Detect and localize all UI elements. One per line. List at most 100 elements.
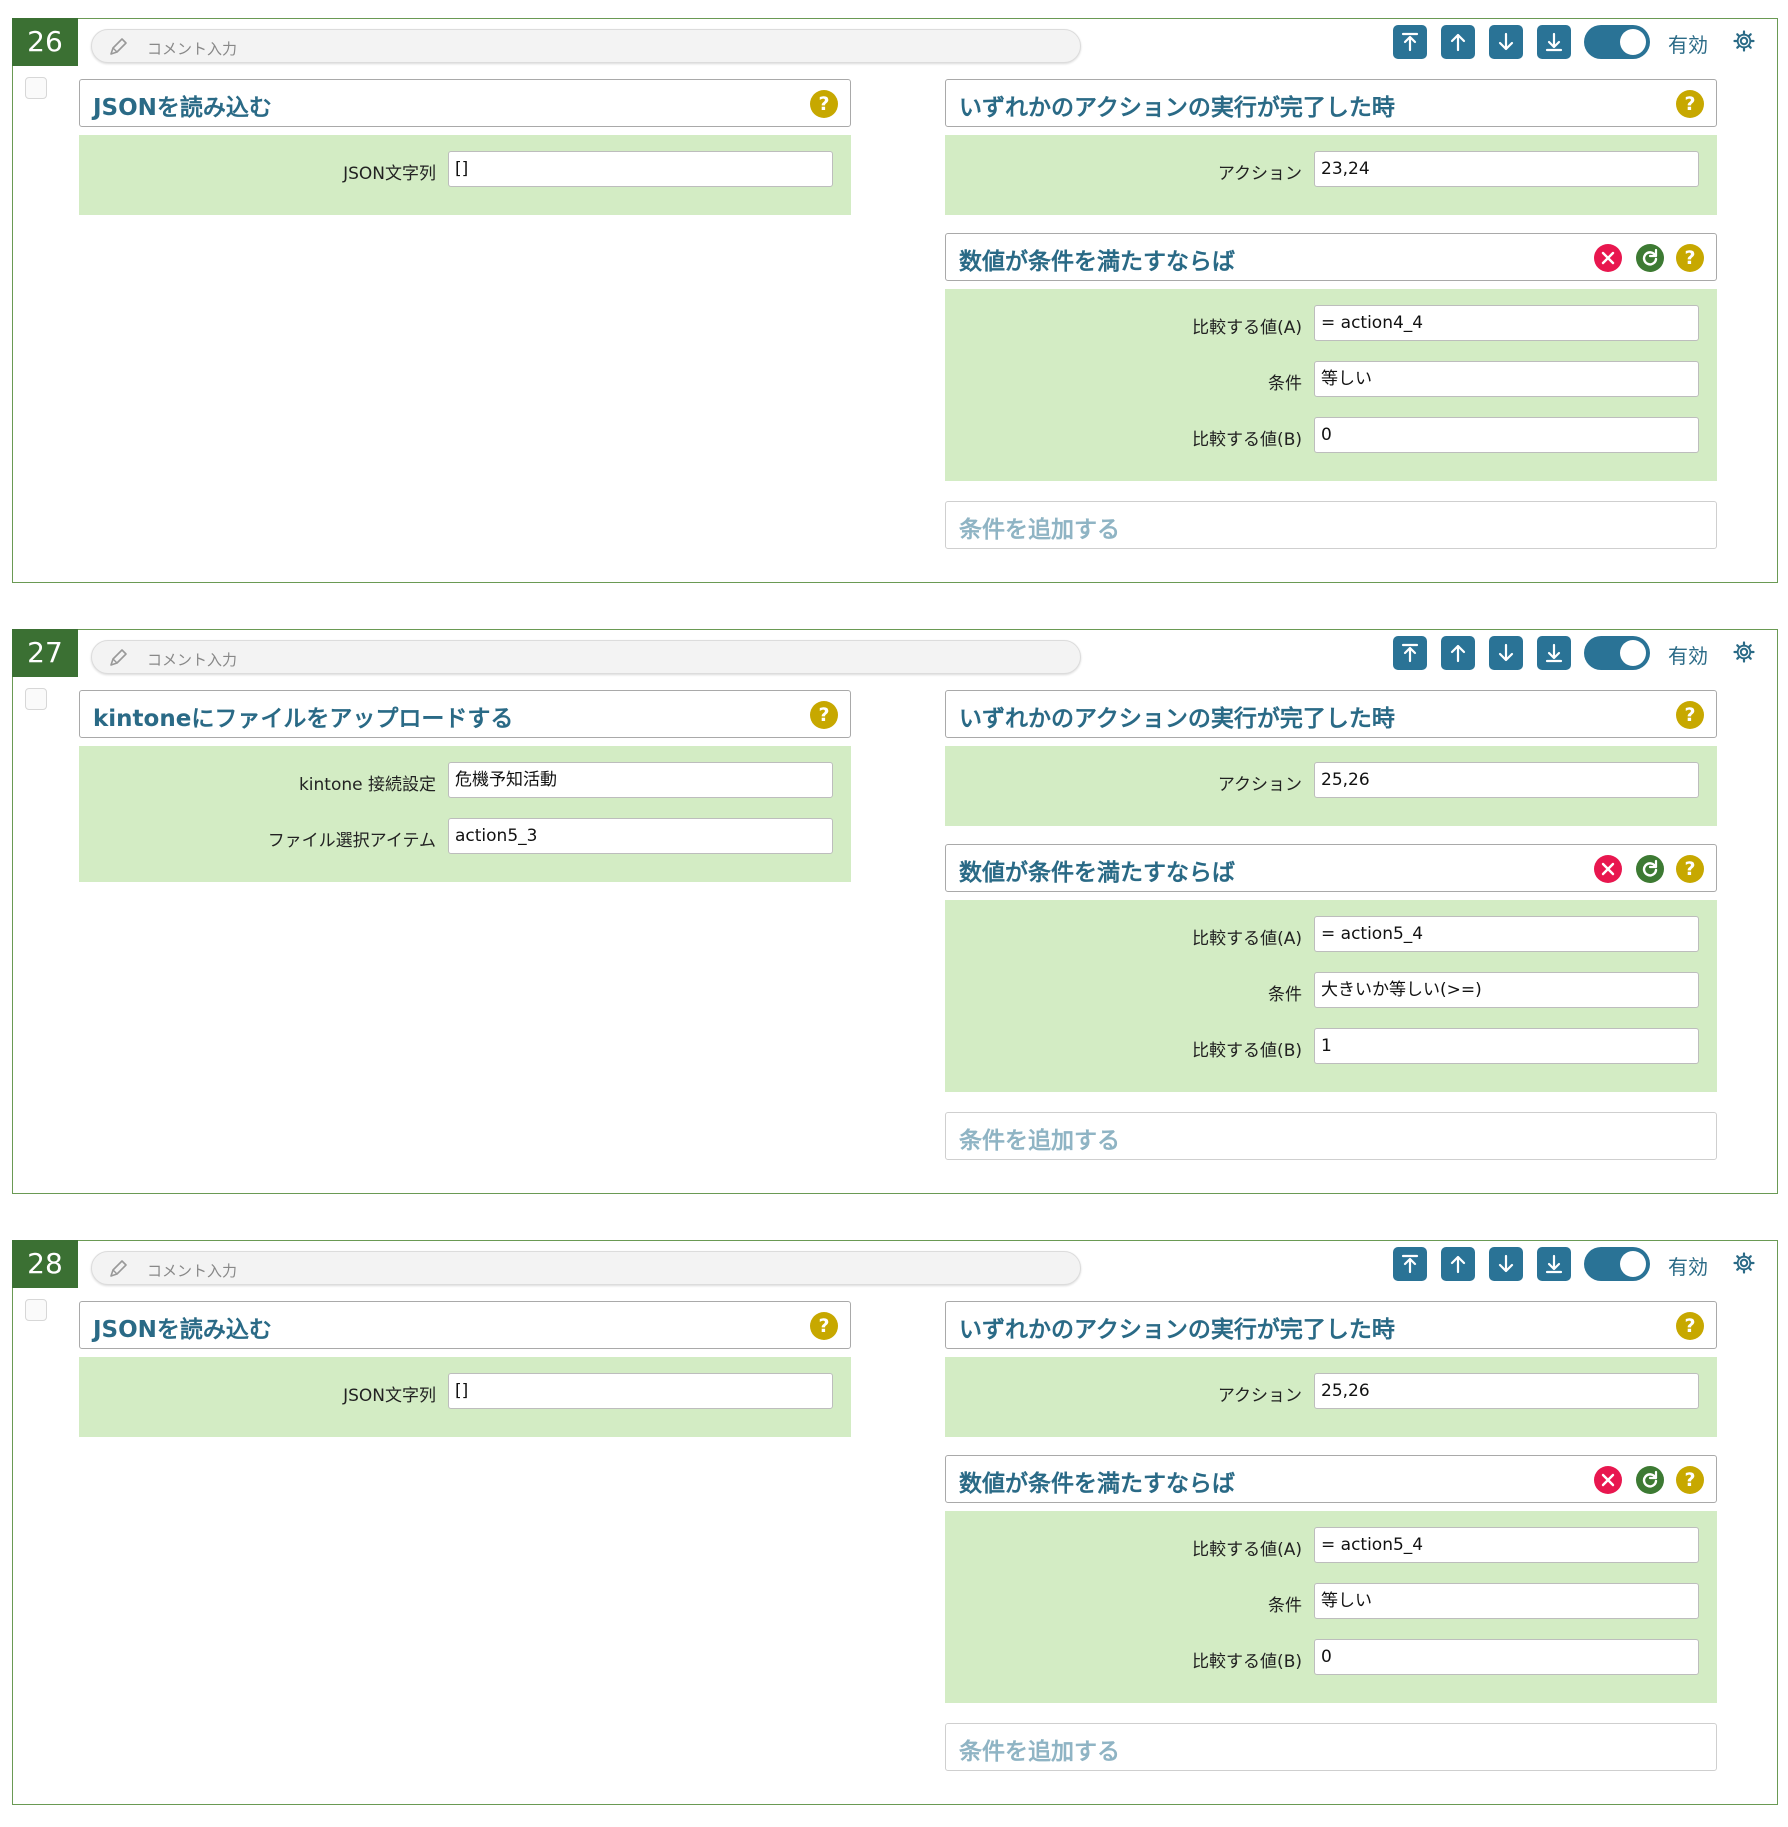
move-up-button[interactable]: [1441, 25, 1475, 59]
field-label: kintone 接続設定: [298, 775, 436, 795]
comment-placeholder: コメント入力: [147, 651, 238, 669]
settings-button[interactable]: [1732, 29, 1756, 53]
add-condition-button[interactable]: 条件を追加する: [945, 1112, 1717, 1160]
field-label: 比較する値(B): [1192, 1652, 1302, 1672]
refresh-icon[interactable]: [1636, 244, 1664, 272]
comment-input[interactable]: コメント入力: [91, 29, 1081, 63]
move-down-icon: [1498, 32, 1514, 51]
move-bottom-icon: [1545, 1254, 1563, 1274]
toggle-knob: [1620, 640, 1646, 666]
step-block: 27 コメント入力 有効 kintoneにファイルをアップロードする? kintone …: [12, 629, 1778, 1194]
select-checkbox[interactable]: [25, 77, 47, 99]
action-header-title: JSONを読み込む: [93, 1317, 272, 1343]
action-header: JSONを読み込む?: [79, 1301, 851, 1349]
move-top-button[interactable]: [1393, 636, 1427, 670]
refresh-icon[interactable]: [1636, 1466, 1664, 1494]
settings-button[interactable]: [1732, 640, 1756, 664]
toggle-knob: [1620, 29, 1646, 55]
help-icon[interactable]: ?: [1676, 701, 1704, 729]
move-down-button[interactable]: [1489, 636, 1523, 670]
condition-fields: 比較する値(A) = action5_4 条件 等しい比較する値(B) 0: [945, 1511, 1717, 1703]
field-input[interactable]: 23,24: [1314, 151, 1699, 187]
field-label: 比較する値(B): [1192, 430, 1302, 450]
condition-header-title: 数値が条件を満たすならば: [959, 249, 1235, 275]
step-block: 28 コメント入力 有効 JSONを読み込む? JSON文字列 [] いずれかのアクションの…: [12, 1240, 1778, 1805]
move-up-button[interactable]: [1441, 1247, 1475, 1281]
condition-header-title: 数値が条件を満たすならば: [959, 860, 1235, 886]
add-condition-label: 条件を追加する: [959, 1739, 1120, 1765]
field-input[interactable]: = action4_4: [1314, 305, 1699, 341]
move-up-icon: [1450, 644, 1466, 663]
pencil-icon: [110, 38, 127, 55]
field-input[interactable]: = action5_4: [1314, 916, 1699, 952]
field-input[interactable]: 1: [1314, 1028, 1699, 1064]
step-number: 26: [12, 18, 78, 66]
help-icon[interactable]: ?: [1676, 855, 1704, 883]
settings-button[interactable]: [1732, 1251, 1756, 1275]
field-input[interactable]: []: [448, 151, 833, 187]
pencil-icon: [110, 649, 127, 666]
select-checkbox[interactable]: [25, 688, 47, 710]
enabled-label: 有効: [1668, 644, 1708, 668]
enabled-label: 有効: [1668, 33, 1708, 57]
step-block: 26 コメント入力 有効 JSONを読み込む? JSON文字列 [] いずれかのアクションの…: [12, 18, 1778, 583]
add-condition-button[interactable]: 条件を追加する: [945, 1723, 1717, 1771]
add-condition-button[interactable]: 条件を追加する: [945, 501, 1717, 549]
help-icon[interactable]: ?: [1676, 1466, 1704, 1494]
trigger-header: いずれかのアクションの実行が完了した時?: [945, 690, 1717, 738]
field-label: アクション: [1217, 775, 1302, 795]
comment-input[interactable]: コメント入力: [91, 1251, 1081, 1285]
move-top-button[interactable]: [1393, 1247, 1427, 1281]
action-fields: JSON文字列 []: [79, 135, 851, 215]
enabled-toggle[interactable]: [1584, 1247, 1650, 1281]
action-fields: JSON文字列 []: [79, 1357, 851, 1437]
move-bottom-button[interactable]: [1537, 25, 1571, 59]
refresh-icon[interactable]: [1636, 855, 1664, 883]
field-input[interactable]: 等しい: [1314, 361, 1699, 397]
field-input[interactable]: 0: [1314, 1639, 1699, 1675]
move-bottom-icon: [1545, 32, 1563, 52]
add-condition-label: 条件を追加する: [959, 517, 1120, 543]
help-icon[interactable]: ?: [1676, 244, 1704, 272]
help-icon[interactable]: ?: [1676, 1312, 1704, 1340]
comment-input[interactable]: コメント入力: [91, 640, 1081, 674]
move-up-icon: [1450, 1255, 1466, 1274]
enabled-toggle[interactable]: [1584, 25, 1650, 59]
help-icon[interactable]: ?: [810, 701, 838, 729]
condition-header: 数値が条件を満たすならば?: [945, 1455, 1717, 1503]
field-input[interactable]: 25,26: [1314, 762, 1699, 798]
move-down-icon: [1498, 643, 1514, 662]
field-input[interactable]: 等しい: [1314, 1583, 1699, 1619]
help-icon[interactable]: ?: [810, 90, 838, 118]
move-bottom-button[interactable]: [1537, 636, 1571, 670]
field-label: JSON文字列: [343, 1386, 436, 1406]
move-up-icon: [1450, 33, 1466, 52]
field-input[interactable]: 大きいか等しい(>=): [1314, 972, 1699, 1008]
select-checkbox[interactable]: [25, 1299, 47, 1321]
delete-icon[interactable]: [1594, 244, 1622, 272]
field-label: アクション: [1217, 1386, 1302, 1406]
field-input[interactable]: 0: [1314, 417, 1699, 453]
move-top-button[interactable]: [1393, 25, 1427, 59]
help-icon[interactable]: ?: [1676, 90, 1704, 118]
enabled-toggle[interactable]: [1584, 636, 1650, 670]
field-input[interactable]: 25,26: [1314, 1373, 1699, 1409]
field-label: 比較する値(A): [1192, 1540, 1302, 1560]
field-label: 条件: [1268, 1596, 1302, 1616]
move-down-button[interactable]: [1489, 1247, 1523, 1281]
field-input[interactable]: = action5_4: [1314, 1527, 1699, 1563]
field-input[interactable]: 危機予知活動: [448, 762, 833, 798]
move-bottom-button[interactable]: [1537, 1247, 1571, 1281]
trigger-fields: アクション 25,26: [945, 1357, 1717, 1437]
move-up-button[interactable]: [1441, 636, 1475, 670]
enabled-label: 有効: [1668, 1255, 1708, 1279]
delete-icon[interactable]: [1594, 855, 1622, 883]
field-input[interactable]: []: [448, 1373, 833, 1409]
help-icon[interactable]: ?: [810, 1312, 838, 1340]
move-down-button[interactable]: [1489, 25, 1523, 59]
condition-fields: 比較する値(A) = action5_4 条件 大きいか等しい(>=) 比較する値(B)…: [945, 900, 1717, 1092]
field-input[interactable]: action5_3: [448, 818, 833, 854]
delete-icon[interactable]: [1594, 1466, 1622, 1494]
action-header-title: kintoneにファイルをアップロードする: [93, 706, 514, 732]
field-label: ファイル選択アイテム: [267, 831, 436, 851]
